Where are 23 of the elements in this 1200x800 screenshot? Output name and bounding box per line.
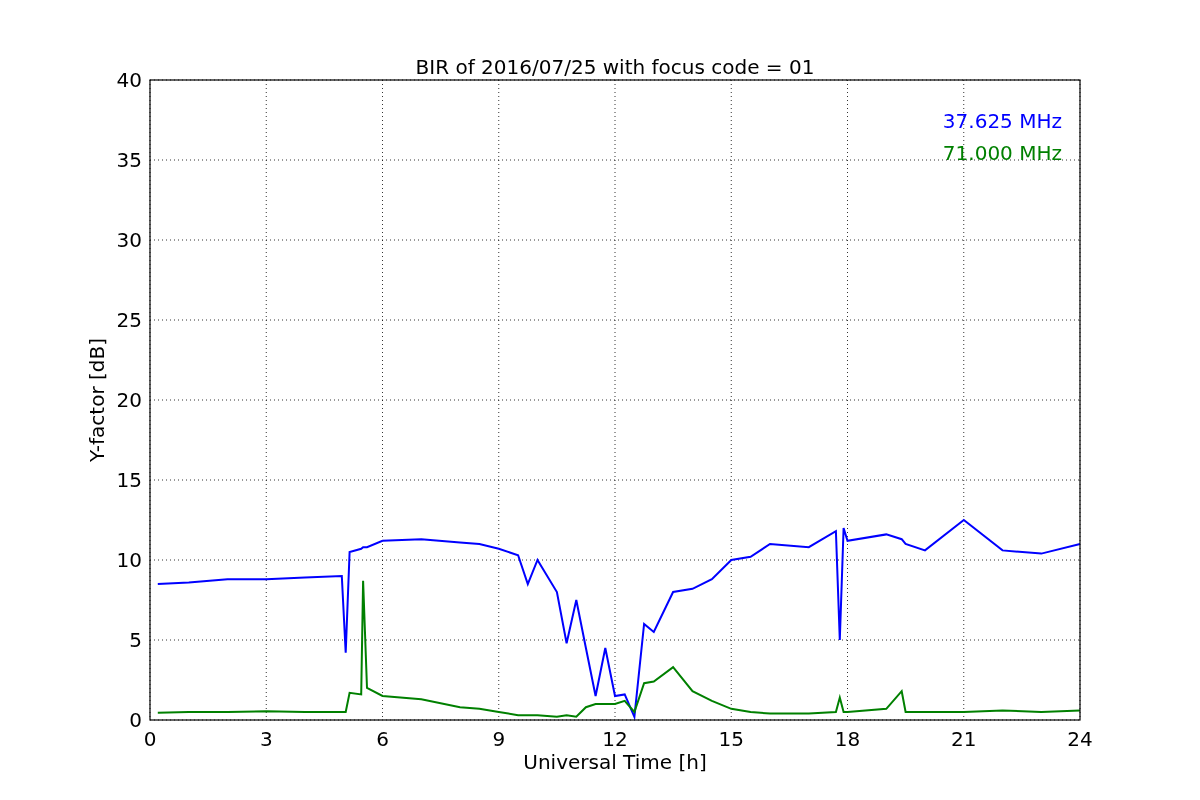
x-tick-label: 24 xyxy=(1067,727,1093,751)
y-tick-label: 0 xyxy=(129,708,142,732)
y-tick-label: 40 xyxy=(116,68,142,92)
y-tick-label: 35 xyxy=(116,148,142,172)
y-tick-label: 25 xyxy=(116,308,142,332)
x-tick-label: 15 xyxy=(718,727,744,751)
y-tick-label: 15 xyxy=(116,468,142,492)
x-tick-label: 0 xyxy=(143,727,157,751)
y-tick-label: 10 xyxy=(116,548,142,572)
y-axis-label: Y-factor [dB] xyxy=(85,338,109,462)
x-tick-label: 18 xyxy=(834,727,861,751)
x-tick-label: 6 xyxy=(376,727,389,751)
x-tick-label: 9 xyxy=(492,727,506,751)
y-tick-label: 5 xyxy=(129,628,142,652)
x-axis-label: Universal Time [h] xyxy=(523,750,707,774)
y-tick-label: 30 xyxy=(116,228,142,252)
x-tick-label: 3 xyxy=(259,727,273,751)
legend-label: 71.000 MHz xyxy=(942,141,1062,165)
legend-label: 37.625 MHz xyxy=(942,109,1062,133)
y-tick-label: 20 xyxy=(116,388,142,412)
x-tick-label: 12 xyxy=(602,727,628,751)
chart-title: BIR of 2016/07/25 with focus code = 01 xyxy=(415,55,815,79)
x-tick-label: 21 xyxy=(951,727,977,751)
